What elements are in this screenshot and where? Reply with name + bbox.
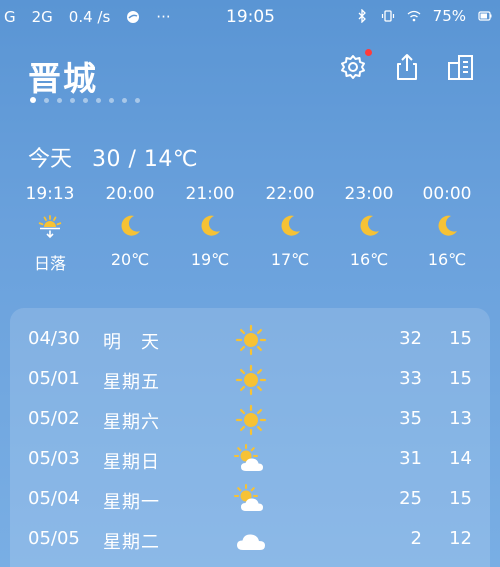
settings-icon [341,55,365,79]
hour-temp: 19℃ [190,250,230,269]
day-high-temp: 2 [410,528,422,549]
page-dot[interactable] [57,97,62,103]
page-indicator[interactable] [30,97,140,103]
sunset-icon [10,206,90,246]
signal-label-2: 2G [31,8,53,26]
hour-temp: 16℃ [349,250,389,269]
hour-time: 20:00 [105,184,155,204]
day-low-temp: 14 [449,448,472,469]
settings-notification-dot [365,49,372,56]
status-left: G 2G 0.4 /s ··· [4,8,171,26]
day-date: 05/05 [28,528,80,549]
sun-icon [234,323,268,357]
day-high-temp: 31 [399,448,422,469]
hour-item: 23:00 16℃ [329,184,409,269]
hour-time: 00:00 [422,184,472,204]
hour-temp: 日落 [33,254,66,273]
vibrate-icon [381,9,395,23]
day-name: 星期五 [103,372,160,393]
moon-icon [90,206,170,246]
network-speed: 0.4 /s [68,8,111,26]
today-label: 今天 [28,147,73,172]
city-name[interactable]: 晋城 [28,52,98,100]
page-dot[interactable] [83,97,88,103]
hour-time: 23:00 [344,184,394,204]
partly-cloudy-icon [234,483,268,517]
page-dot[interactable] [70,97,75,103]
settings-button[interactable] [338,49,372,82]
daily-row[interactable]: 05/03 星期日 31 14 [10,440,490,480]
page-dot[interactable] [122,97,127,103]
partly-cloudy-icon [234,443,268,477]
sun-icon [234,403,268,437]
day-low-temp: 13 [449,408,472,429]
hour-item: 21:00 19℃ [170,184,250,269]
status-right: 75% [355,7,492,25]
day-name: 星期一 [103,492,160,513]
app-notification-icon [126,10,140,24]
day-date: 05/01 [28,368,80,389]
hourly-forecast[interactable]: 19:13 日落 20:00 20℃ 21:00 19℃ 22:00 17℃ 2… [0,184,500,279]
page-dot[interactable] [96,97,101,103]
today-summary: 今天 30 / 14℃ [28,141,198,173]
daily-row[interactable]: 05/04 星期一 25 15 [10,480,490,520]
day-high-temp: 25 [399,488,422,509]
battery-icon [478,9,492,23]
daily-row[interactable]: 05/01 星期五 33 15 [10,360,490,400]
daily-row[interactable]: 05/02 星期六 35 13 [10,400,490,440]
day-low-temp: 12 [449,528,472,549]
day-date: 05/04 [28,488,80,509]
day-low-temp: 15 [449,368,472,389]
day-name: 星期六 [103,412,160,433]
hour-item: 20:00 20℃ [90,184,170,269]
moon-icon [329,206,409,246]
day-date: 05/03 [28,448,80,469]
page-dot[interactable] [44,97,49,103]
day-low-temp: 15 [449,328,472,349]
bluetooth-icon [355,8,369,24]
day-name: 星期二 [103,532,160,553]
day-date: 04/30 [28,328,80,349]
hour-time: 19:13 [25,184,75,204]
day-name: 星期日 [103,452,160,473]
page-dot[interactable] [30,97,36,103]
top-actions [338,49,476,82]
hour-temp: 16℃ [427,250,467,269]
hour-time: 22:00 [265,184,315,204]
daily-row[interactable]: 05/05 星期二 2 12 [10,520,490,560]
hour-temp: 17℃ [270,250,310,269]
signal-label-1: G [4,8,16,26]
today-temp-range: 30 / 14℃ [92,147,199,172]
hour-item: 00:00 16℃ [407,184,487,269]
hour-item: 22:00 17℃ [250,184,330,269]
hour-item: 19:13 日落 [10,184,90,274]
wifi-icon [407,9,421,23]
daily-forecast-card[interactable]: 04/30 明 天 32 15 05/01 星期五 33 15 05/02 星期… [10,308,490,567]
moon-icon [407,206,487,246]
share-button[interactable] [392,52,422,82]
city-list-icon [448,55,473,80]
hour-temp: 20℃ [110,250,150,269]
status-bar: G 2G 0.4 /s ··· 19:05 75% [0,0,500,36]
moon-icon [170,206,250,246]
day-name: 明 天 [103,332,160,353]
page-dot[interactable] [109,97,114,103]
sun-icon [234,363,268,397]
day-date: 05/02 [28,408,80,429]
day-high-temp: 32 [399,328,422,349]
share-icon [397,54,417,80]
day-high-temp: 35 [399,408,422,429]
more-icon: ··· [156,8,171,26]
cloud-icon [234,523,268,557]
city-list-button[interactable] [446,52,476,82]
moon-icon [250,206,330,246]
day-low-temp: 15 [449,488,472,509]
battery-percent: 75% [432,7,466,25]
hour-time: 21:00 [185,184,235,204]
clock: 19:05 [226,7,275,27]
daily-row[interactable]: 04/30 明 天 32 15 [10,320,490,360]
day-high-temp: 33 [399,368,422,389]
page-dot[interactable] [135,97,140,103]
